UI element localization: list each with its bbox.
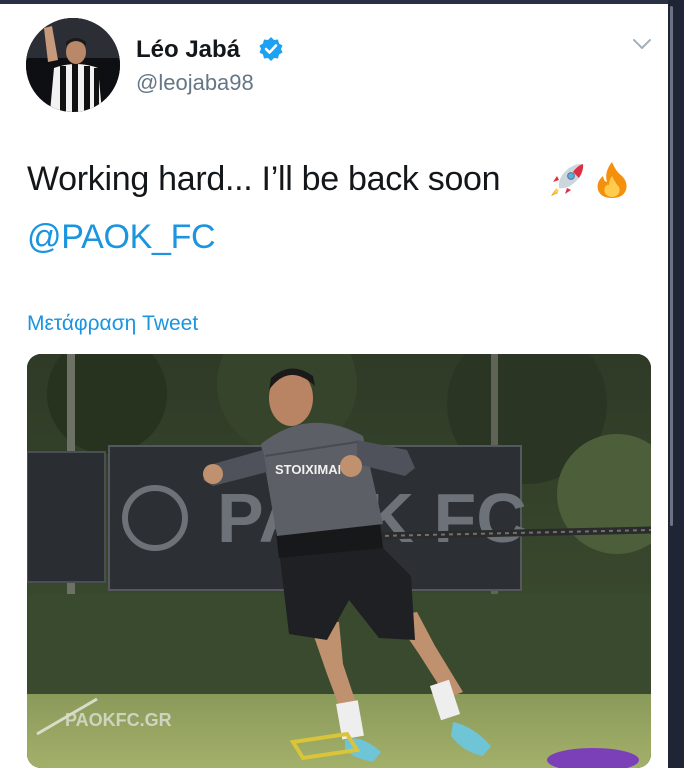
tweet-text: Working hard... I’ll be back soon [27, 160, 501, 198]
rocket-emoji-icon [551, 163, 584, 196]
mention-link[interactable]: @PAOK_FC [27, 218, 216, 257]
translate-tweet-link[interactable]: Μετάφραση Tweet [27, 312, 198, 336]
tweet-card: Léo Jabá @leojaba98 Working hard... I’ll… [0, 4, 668, 768]
chevron-down-icon[interactable] [630, 34, 654, 54]
svg-text:STOIXIMAN: STOIXIMAN [275, 462, 347, 477]
scrollbar[interactable] [670, 6, 673, 526]
verified-badge-icon [259, 37, 283, 61]
user-handle[interactable]: @leojaba98 [136, 70, 254, 96]
training-photo: PAOK FC STOIXIMAN [27, 354, 651, 768]
fire-emoji-icon [597, 162, 627, 198]
svg-text:PAOKFC.GR: PAOKFC.GR [65, 710, 172, 730]
photo-watermark: PAOKFC.GR [65, 710, 172, 730]
tweet-photo[interactable]: PAOK FC STOIXIMAN [27, 354, 651, 768]
display-name[interactable]: Léo Jabá [136, 36, 240, 64]
avatar[interactable] [26, 18, 120, 112]
shirt-sponsor: STOIXIMAN [275, 462, 347, 477]
player-avatar-icon [26, 18, 120, 112]
